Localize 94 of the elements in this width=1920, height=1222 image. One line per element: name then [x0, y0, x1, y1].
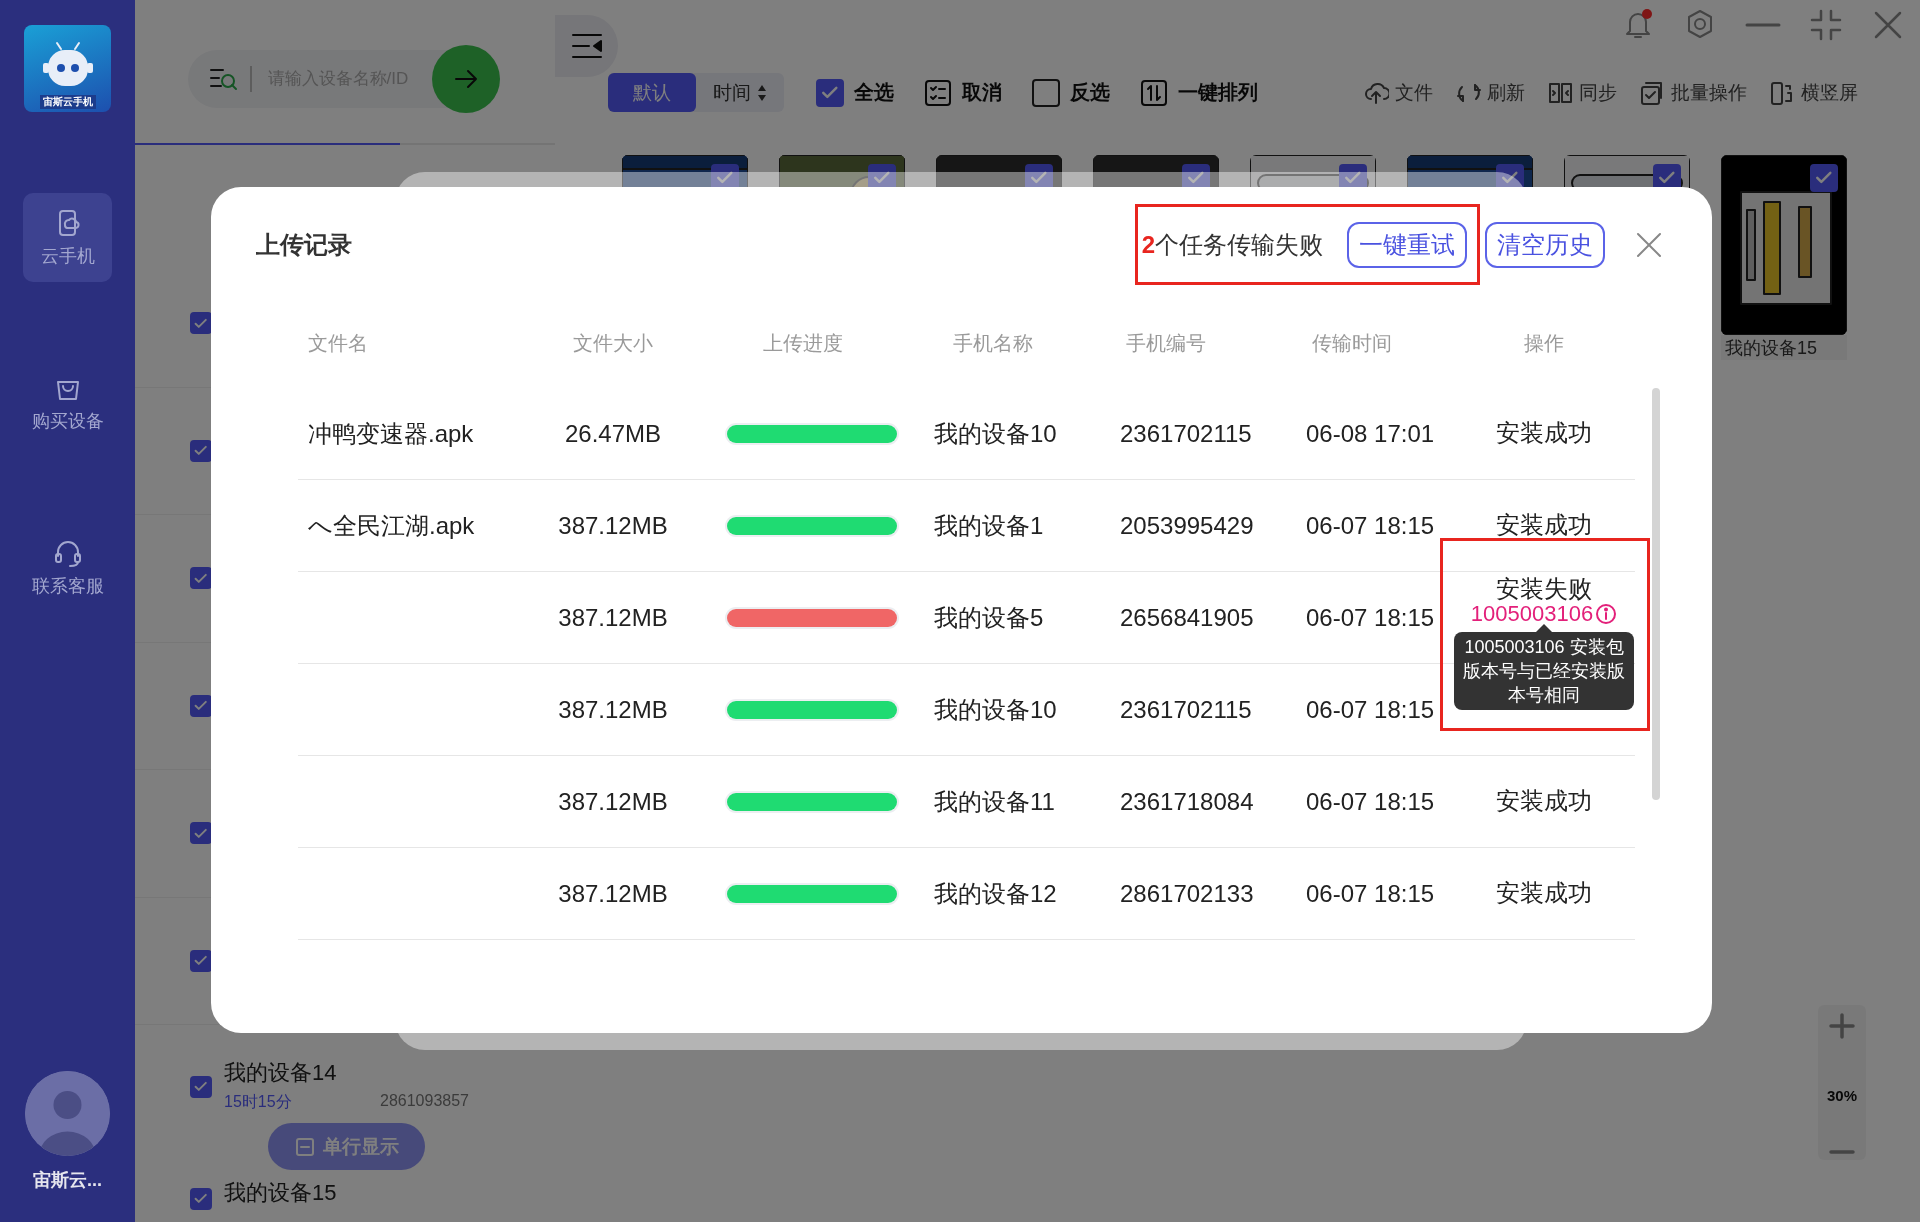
toolbar-button[interactable]: 反选	[1032, 78, 1110, 107]
zoom-level: 30%	[1827, 1087, 1857, 1104]
checkbox[interactable]	[1032, 78, 1060, 107]
device-name: 我的设备15	[224, 1180, 337, 1206]
phone-number: 2053995429	[1119, 511, 1255, 540]
column-header: 操作	[1523, 330, 1565, 356]
checkbox[interactable]	[190, 822, 212, 845]
transfer-time: 06-07 18:15	[1305, 695, 1436, 724]
dialog-title: 上传记录	[256, 229, 352, 260]
phone-name: 我的设备10	[933, 418, 1058, 449]
phone-number: 2361718084	[1119, 787, 1255, 816]
checkbox[interactable]	[190, 312, 212, 335]
file-size: 387.12MB	[557, 511, 669, 540]
menu-button[interactable]	[555, 15, 618, 77]
file-name: 冲鸭变速器.apk	[307, 418, 475, 449]
transfer-time: 06-08 17:01	[1305, 419, 1436, 448]
sort-tab[interactable]: 时间	[696, 73, 784, 112]
transfer-time: 06-07 18:15	[1305, 603, 1436, 632]
column-header: 文件大小	[572, 330, 654, 356]
status-text: 安装成功	[1496, 788, 1592, 815]
file-size: 387.12MB	[557, 695, 669, 724]
toolbar-button[interactable]: 批量操作	[1639, 79, 1747, 106]
plus-icon	[1827, 1011, 1857, 1041]
toolbar-button[interactable]: 刷新	[1455, 79, 1525, 106]
status-text: 安装成功	[1496, 420, 1592, 447]
column-header: 手机名称	[952, 330, 1034, 356]
phone-number: 2656841905	[1119, 603, 1255, 632]
arrange-icon	[1140, 78, 1168, 107]
file-size: 387.12MB	[557, 603, 669, 632]
toolbar-button[interactable]: 文件	[1363, 79, 1433, 106]
status-text: 安装成功	[1496, 512, 1592, 539]
nav-item[interactable]: 云手机	[23, 193, 112, 282]
toolbar-button[interactable]: 横竖屏	[1769, 79, 1858, 106]
checkbox[interactable]	[190, 949, 212, 972]
phone-number: 2861702133	[1119, 879, 1255, 908]
status-text: 安装成功	[1496, 880, 1592, 907]
rotate-screen-icon	[1769, 79, 1795, 106]
phone-name: 我的设备10	[933, 694, 1058, 725]
error-code: 1005003106	[1470, 602, 1594, 627]
shrink-button[interactable]	[1809, 8, 1843, 42]
sort-tab[interactable]: 默认	[608, 73, 696, 112]
checkbox[interactable]	[1810, 164, 1838, 192]
checkbox[interactable]	[190, 1188, 212, 1210]
device-time: 15时15分	[224, 1092, 293, 1112]
menu-icon	[569, 31, 604, 61]
device-name: 我的设备14	[224, 1060, 338, 1086]
device-label: 我的设备15	[1721, 335, 1847, 360]
minus-square-icon	[294, 1136, 315, 1157]
toolbar-button[interactable]: 同步	[1547, 79, 1617, 106]
transfer-time: 06-07 18:15	[1305, 879, 1436, 908]
phone-number: 2361702115	[1119, 695, 1253, 724]
transfer-time: 06-07 18:15	[1305, 511, 1436, 540]
close-button[interactable]	[1635, 230, 1663, 259]
phone-name: 我的设备5	[933, 602, 1045, 633]
column-header: 传输时间	[1311, 330, 1393, 356]
checklist-icon	[924, 78, 952, 107]
file-size: 387.12MB	[557, 879, 669, 908]
checkbox[interactable]	[190, 439, 212, 462]
clear-history-button[interactable]: 清空历史	[1485, 221, 1605, 268]
checkbox[interactable]	[190, 694, 212, 717]
checkbox[interactable]	[816, 78, 844, 107]
phone-number: 2361702115	[1119, 419, 1253, 448]
shrink-icon	[1809, 8, 1843, 42]
column-header: 文件名	[307, 330, 369, 356]
transfer-time: 06-07 18:15	[1305, 787, 1436, 816]
error-tooltip: 1005003106 安装包版本号与已经安装版本号相同	[1454, 632, 1634, 710]
minus-icon	[1829, 1150, 1855, 1154]
column-header: 上传进度	[762, 330, 844, 356]
column-header: 手机编号	[1125, 330, 1207, 356]
toolbar-button[interactable]: 一键排列	[1140, 78, 1258, 107]
avatar-icon	[25, 1071, 110, 1156]
nav-item[interactable]: 联系客服	[23, 523, 112, 612]
file-size: 26.47MB	[563, 419, 663, 448]
checkbox[interactable]	[190, 567, 212, 590]
checkbox[interactable]	[190, 1076, 212, 1098]
info-icon	[1595, 603, 1618, 626]
logo-text: 宙斯云手机	[39, 95, 96, 109]
error-status: 安装失败	[1496, 576, 1592, 603]
failure-message: 2个任务传输失败	[1141, 229, 1323, 260]
file-size: 387.12MB	[557, 787, 669, 816]
user-name: 宙斯云...	[33, 1169, 102, 1192]
sort-icon	[757, 83, 767, 102]
minimize-icon	[1745, 23, 1781, 27]
device-number: 2861093857	[380, 1092, 469, 1111]
toolbar-button[interactable]: 取消	[924, 78, 1002, 107]
file-name: へ全民江湖.apk	[307, 510, 476, 541]
retry-all-button[interactable]: 一键重试	[1347, 221, 1467, 268]
nav-item[interactable]: 购买设备	[23, 358, 112, 447]
phone-name: 我的设备11	[933, 786, 1056, 817]
phone-name: 我的设备1	[933, 510, 1045, 541]
phone-name: 我的设备12	[933, 878, 1058, 909]
toolbar-button[interactable]: 全选	[816, 78, 894, 107]
batch-icon	[1639, 79, 1665, 106]
close-icon	[1635, 230, 1663, 259]
